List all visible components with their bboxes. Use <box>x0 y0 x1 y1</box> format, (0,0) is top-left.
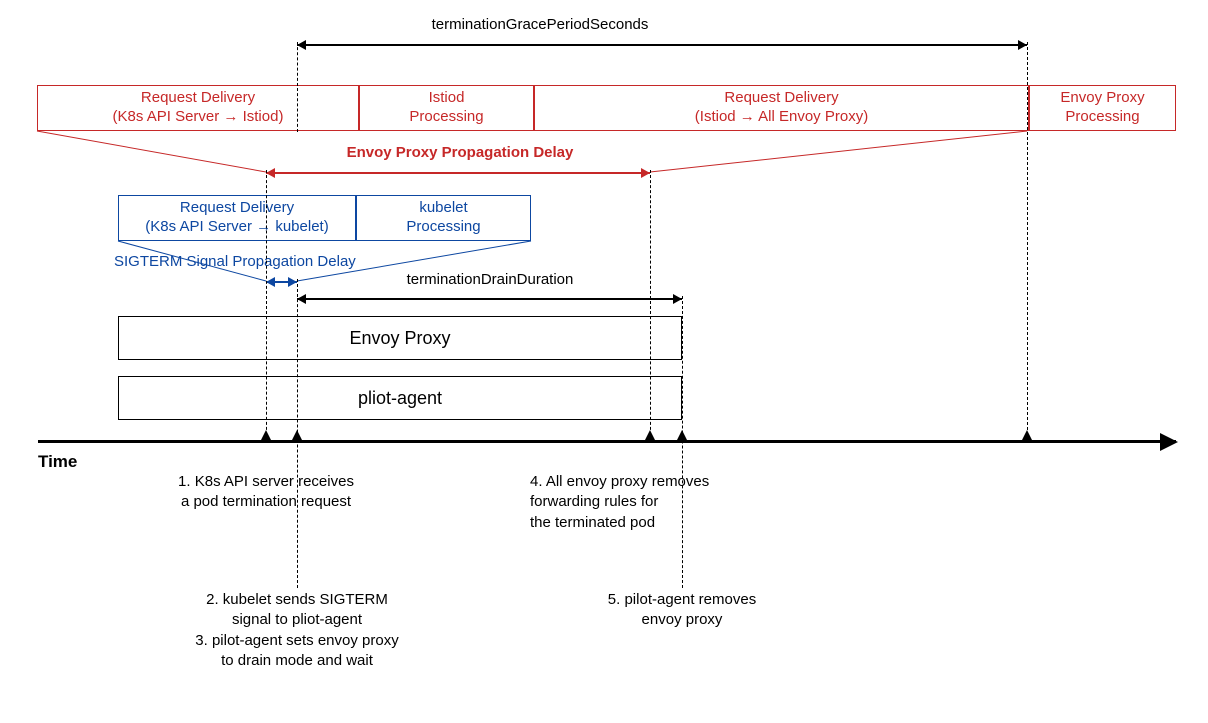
mid-b2-l1: kubelet <box>419 199 467 218</box>
mid-b1-l2: (K8s API Server → kubelet) <box>145 218 328 237</box>
s2-l1: 2. kubelet sends SIGTERM <box>195 590 398 610</box>
time-axis-label: Time <box>38 452 77 472</box>
sigterm-delay-label: SIGTERM Signal Propagation Delay <box>114 253 356 270</box>
mid-b1-l1: Request Delivery <box>180 199 294 218</box>
mid-b2-l2: Processing <box>406 218 480 237</box>
box-kubelet-processing: kubelet Processing <box>356 195 531 241</box>
box1-l2: (K8s API Server → Istiod) <box>113 108 284 127</box>
s3-l2: to drain mode and wait <box>195 651 398 671</box>
dash-t5 <box>1027 42 1028 440</box>
dash-t1 <box>266 170 267 440</box>
box-envoy-processing: Envoy Proxy Processing <box>1029 85 1176 131</box>
step-2-3: 2. kubelet sends SIGTERM signal to pliot… <box>195 590 398 671</box>
grace-period-span <box>297 44 1027 46</box>
s4-l1: 4. All envoy proxy removes <box>530 472 709 492</box>
s5-l1: 5. pilot-agent removes <box>608 590 756 610</box>
box3-l2: (Istiod → All Envoy Proxy) <box>695 108 868 127</box>
step-1: 1. K8s API server receives a pod termina… <box>178 472 354 513</box>
step-5: 5. pilot-agent removes envoy proxy <box>608 590 756 631</box>
sigterm-span <box>266 281 297 283</box>
s1-l1: 1. K8s API server receives <box>178 472 354 492</box>
dash-t2a <box>297 42 298 132</box>
box2-l1: Istiod <box>429 89 465 108</box>
box3-l1: Request Delivery <box>724 89 838 108</box>
bar-pilot-agent: pliot-agent <box>118 376 682 420</box>
time-axis <box>38 440 1176 443</box>
s4-l2: forwarding rules for <box>530 492 709 512</box>
dash-t4 <box>682 296 683 588</box>
s5-l2: envoy proxy <box>608 610 756 630</box>
box1-l1: Request Delivery <box>141 89 255 108</box>
box-req-delivery-istiod: Request Delivery (K8s API Server → Istio… <box>37 85 359 131</box>
s2-l2: signal to pliot-agent <box>195 610 398 630</box>
envoy-delay-span <box>266 172 650 174</box>
box2-l2: Processing <box>409 108 483 127</box>
box-istiod-processing: Istiod Processing <box>359 85 534 131</box>
bar-pilot-text: pliot-agent <box>358 387 442 410</box>
envoy-delay-label: Envoy Proxy Propagation Delay <box>347 144 574 161</box>
dash-t3 <box>650 170 651 440</box>
drain-span <box>297 298 682 300</box>
grace-period-label: terminationGracePeriodSeconds <box>432 16 649 33</box>
box-req-delivery-envoy: Request Delivery (Istiod → All Envoy Pro… <box>534 85 1029 131</box>
bar-envoy-text: Envoy Proxy <box>349 327 450 350</box>
drain-label: terminationDrainDuration <box>407 271 574 288</box>
dash-t2b <box>297 279 298 588</box>
box4-l1: Envoy Proxy <box>1060 89 1144 108</box>
s3-l1: 3. pilot-agent sets envoy proxy <box>195 631 398 651</box>
box-req-delivery-kubelet: Request Delivery (K8s API Server → kubel… <box>118 195 356 241</box>
step-4: 4. All envoy proxy removes forwarding ru… <box>530 472 709 533</box>
s1-l2: a pod termination request <box>178 492 354 512</box>
diagram-canvas: terminationGracePeriodSeconds Request De… <box>0 0 1208 723</box>
s4-l3: the terminated pod <box>530 513 709 533</box>
box4-l2: Processing <box>1065 108 1139 127</box>
bar-envoy-proxy: Envoy Proxy <box>118 316 682 360</box>
